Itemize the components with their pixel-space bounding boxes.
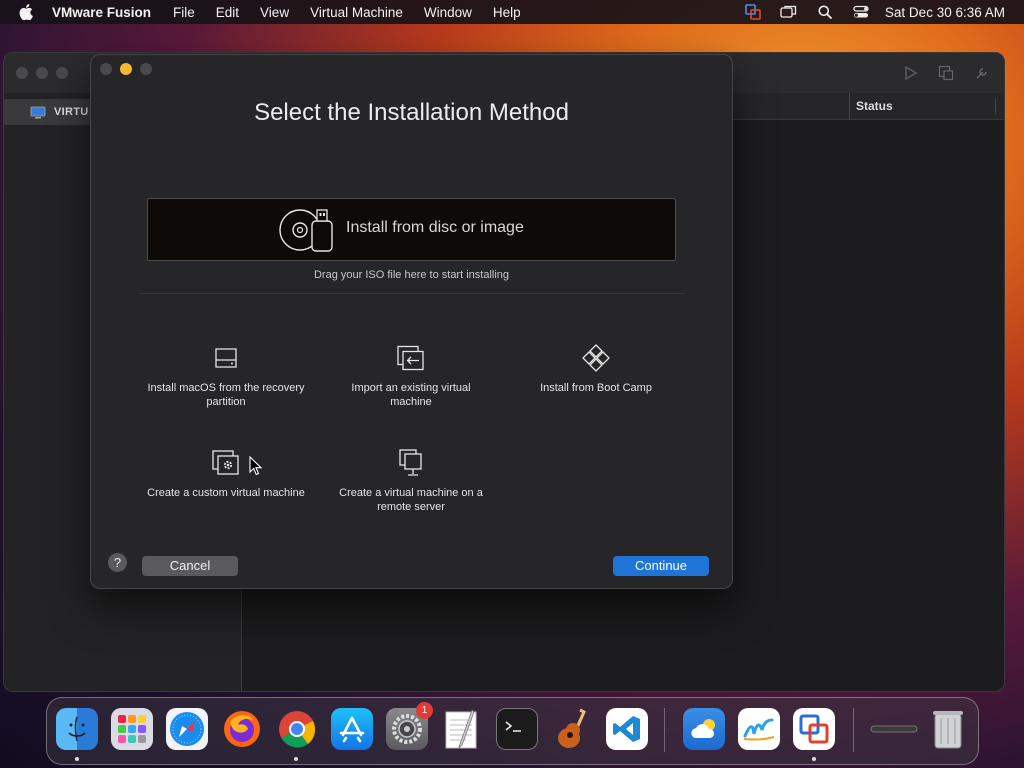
apple-menu-icon[interactable] [0, 4, 52, 20]
sidebar-item-label: VIRTU [54, 106, 89, 118]
drive-icon [215, 348, 237, 368]
app-store-icon[interactable] [331, 708, 373, 750]
custom-vm-icon [212, 450, 239, 475]
option-import-existing-vm[interactable]: Import an existing virtual machine [331, 341, 491, 409]
dock-divider-right [853, 708, 854, 752]
dropzone-label: Install from disc or image [346, 219, 524, 236]
dock: 1 [46, 697, 979, 765]
weather-icon[interactable] [683, 708, 725, 750]
vscode-icon[interactable] [606, 708, 648, 750]
system-settings-badge: 1 [416, 702, 433, 719]
option-install-boot-camp[interactable]: Install from Boot Camp [516, 341, 676, 395]
menu-help[interactable]: Help [493, 5, 521, 20]
launchpad-icon[interactable] [111, 708, 153, 750]
cancel-button[interactable]: Cancel [142, 556, 238, 576]
menu-file[interactable]: File [173, 5, 195, 20]
help-button[interactable]: ? [108, 553, 127, 572]
settings-wrench-icon[interactable] [974, 65, 990, 81]
mouse-pointer-icon [249, 456, 263, 476]
trash-icon[interactable] [927, 708, 969, 750]
library-close-button[interactable] [16, 67, 28, 79]
downloads-stack-icon[interactable] [869, 708, 919, 750]
screen-mirroring-icon[interactable] [771, 5, 807, 19]
option-label: Import an existing virtual machine [351, 382, 471, 408]
option-label: Create a custom virtual machine [147, 487, 305, 499]
menu-bar: VMware Fusion File Edit View Virtual Mac… [0, 0, 1024, 24]
vmware-running-indicator [812, 757, 816, 761]
disc-usb-icon [279, 209, 333, 252]
library-minimize-button[interactable] [36, 67, 48, 79]
option-label: Install from Boot Camp [540, 382, 652, 394]
status-column-header[interactable]: Status [849, 93, 996, 119]
dialog-title: Select the Installation Method [254, 99, 569, 126]
option-create-vm-remote-server[interactable]: Create a virtual machine on a remote ser… [331, 446, 491, 514]
dialog-minimize-button[interactable] [120, 63, 132, 75]
terminal-icon[interactable] [496, 708, 538, 750]
option-label: Create a virtual machine on a remote ser… [339, 487, 483, 513]
option-install-macos-recovery[interactable]: Install macOS from the recovery partitio… [146, 341, 306, 409]
play-icon[interactable] [902, 65, 918, 81]
firefox-icon[interactable] [221, 708, 263, 750]
finder-icon[interactable] [56, 708, 98, 750]
control-center-icon[interactable] [843, 5, 879, 19]
spotlight-search-icon[interactable] [807, 5, 843, 19]
monitor-icon [30, 106, 46, 118]
bootcamp-icon [582, 344, 610, 372]
garageband-icon[interactable] [551, 708, 593, 750]
install-from-disc-dropzone[interactable]: Install from disc or image [147, 198, 676, 261]
continue-button[interactable]: Continue [613, 556, 709, 576]
safari-icon[interactable] [166, 708, 208, 750]
menu-clock[interactable]: Sat Dec 30 6:36 AM [885, 5, 1005, 20]
divider [139, 293, 685, 294]
snapshot-icon[interactable] [938, 65, 954, 81]
dialog-close-button[interactable] [100, 63, 112, 75]
option-create-custom-vm[interactable]: Create a custom virtual machine [146, 446, 306, 500]
drag-iso-hint: Drag your ISO file here to start install… [313, 269, 510, 281]
dock-divider [664, 708, 665, 752]
freeform-icon[interactable] [738, 708, 780, 750]
chrome-icon[interactable] [276, 708, 318, 750]
textedit-icon[interactable] [441, 708, 483, 750]
finder-running-indicator [75, 757, 79, 761]
vmware-status-icon[interactable] [735, 4, 771, 20]
chrome-running-indicator [294, 757, 298, 761]
option-label: Install macOS from the recovery partitio… [147, 382, 305, 408]
installation-method-dialog: Select the Installation Method Install f… [90, 54, 733, 589]
menu-app-name[interactable]: VMware Fusion [52, 5, 151, 20]
import-icon [397, 345, 424, 371]
menu-virtual-machine[interactable]: Virtual Machine [310, 5, 403, 20]
library-zoom-button[interactable] [56, 67, 68, 79]
menu-window[interactable]: Window [424, 5, 472, 20]
menu-view[interactable]: View [260, 5, 289, 20]
vmware-fusion-icon[interactable] [793, 708, 835, 750]
remote-server-icon [399, 449, 422, 476]
menu-edit[interactable]: Edit [216, 5, 239, 20]
dialog-zoom-button[interactable] [140, 63, 152, 75]
